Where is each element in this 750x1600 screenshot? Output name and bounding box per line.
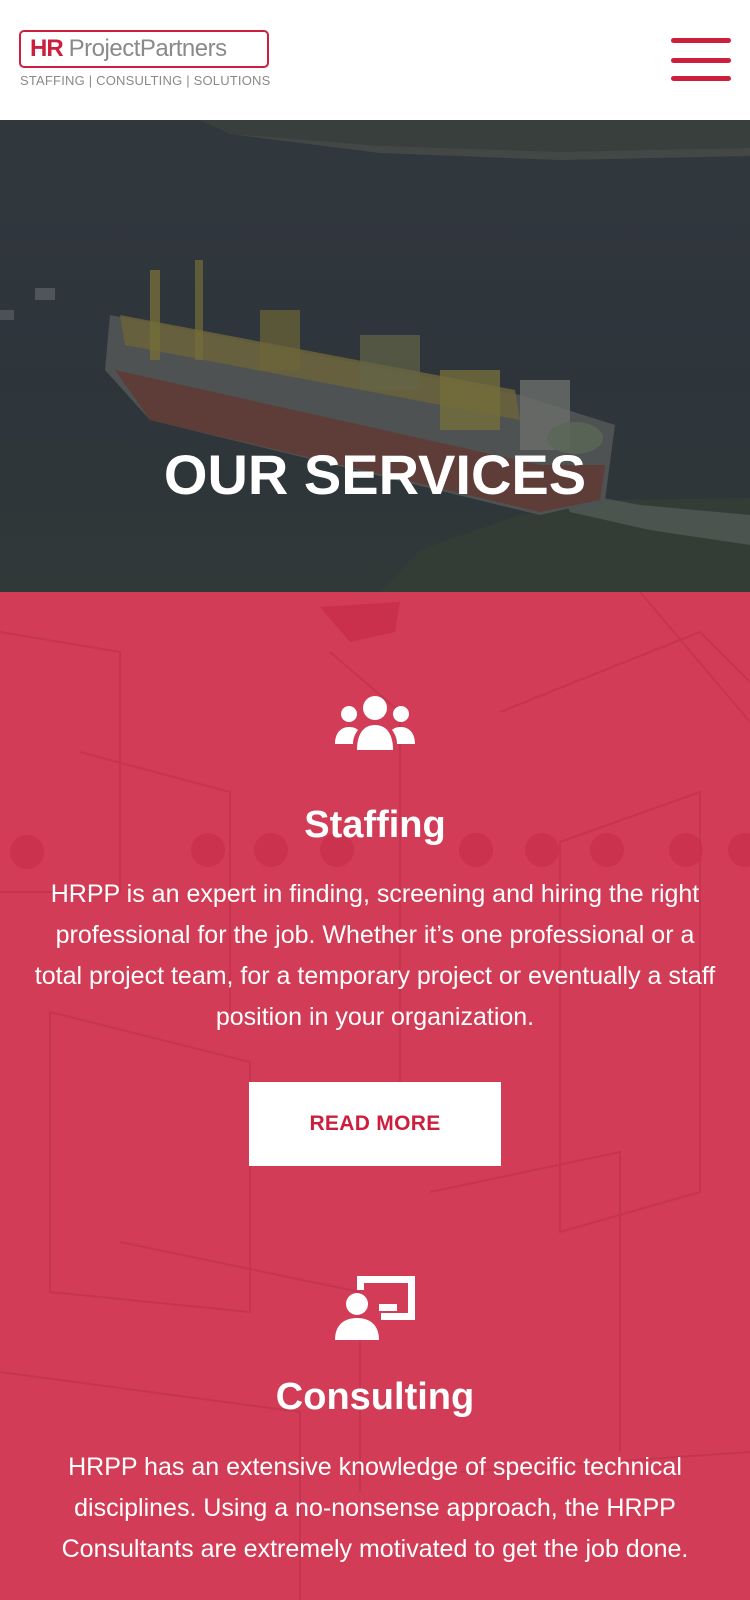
presentation-user-icon (0, 1276, 750, 1345)
page-title: OUR SERVICES (163, 443, 587, 506)
service-description-staffing: HRPP is an expert in finding, screening … (34, 880, 716, 1031)
hero-background-image (0, 120, 750, 592)
hamburger-menu-icon[interactable] (671, 38, 731, 84)
users-group-icon (0, 694, 750, 759)
service-description-consulting: HRPP has an extensive knowledge of speci… (61, 1453, 689, 1563)
logo-name-text: ProjectPartners (68, 35, 227, 62)
site-logo[interactable]: HR ProjectPartners (19, 30, 269, 68)
service-title-staffing: Staffing (304, 804, 446, 846)
service-title-consulting: Consulting (275, 1376, 475, 1418)
logo-tagline: STAFFING | CONSULTING | SOLUTIONS (20, 73, 271, 88)
hero-banner: OUR SERVICES (0, 120, 750, 592)
read-more-button[interactable]: READ MORE (249, 1082, 501, 1166)
services-section: Staffing HRPP is an expert in finding, s… (0, 592, 750, 1600)
logo-hr-text: HR (30, 35, 64, 62)
site-header: HR ProjectPartners STAFFING | CONSULTING… (0, 0, 750, 120)
